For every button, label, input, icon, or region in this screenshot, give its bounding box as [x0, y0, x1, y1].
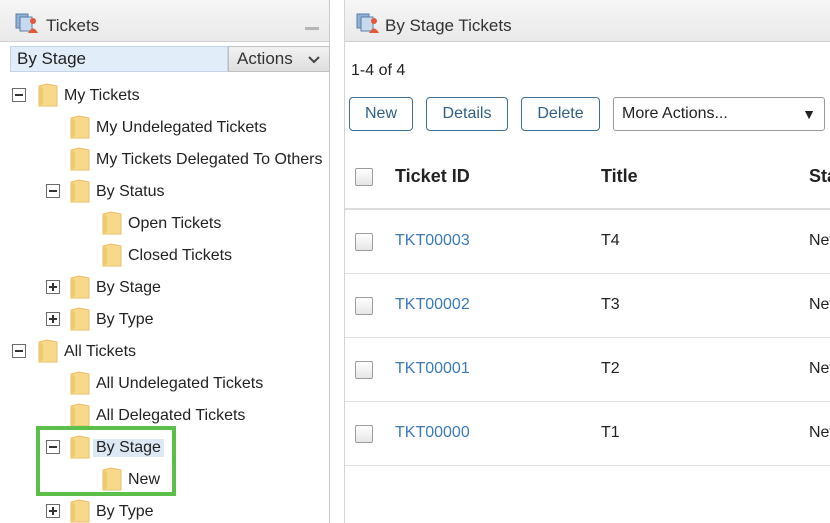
folder-icon: [70, 403, 90, 427]
tree-node-label: My Tickets: [64, 87, 140, 104]
expand-icon[interactable]: [46, 280, 60, 294]
column-header-title[interactable]: Title: [601, 166, 638, 187]
tree-node-label: All Tickets: [64, 343, 137, 360]
folder-icon: [70, 115, 90, 139]
tree-node-label: Closed Tickets: [128, 247, 233, 264]
folder-icon: [102, 211, 122, 235]
tree-node-my-tickets[interactable]: My Tickets: [0, 80, 330, 110]
record-count: 1-4 of 4: [351, 62, 406, 79]
grid-header: Ticket ID Title Status: [345, 144, 830, 210]
folder-icon: [70, 371, 90, 395]
more-actions-select[interactable]: More Actions... ▼: [613, 97, 825, 131]
table-row[interactable]: TKT00002 T3 New: [345, 274, 830, 338]
tree-node-label: By Status: [96, 183, 165, 200]
ticket-status: New: [809, 424, 830, 441]
panel-title: Tickets: [46, 16, 100, 35]
details-button[interactable]: Details: [426, 97, 508, 131]
table-row[interactable]: TKT00003 T4 New: [345, 210, 830, 274]
folder-icon: [38, 83, 58, 107]
tree-node-all-by-type[interactable]: By Type: [0, 496, 330, 523]
dropdown-caret-icon: ▼: [802, 106, 816, 122]
new-button[interactable]: New: [349, 97, 413, 131]
column-header-status[interactable]: Status: [809, 166, 830, 187]
actions-label: Actions: [237, 49, 293, 68]
collapse-icon[interactable]: [12, 88, 26, 102]
collapse-icon[interactable]: [12, 344, 26, 358]
list-panel-header: By Stage Tickets: [345, 0, 830, 42]
row-checkbox[interactable]: [355, 233, 373, 251]
ticket-title: T3: [601, 296, 620, 313]
tickets-panel-header: Tickets: [0, 0, 329, 42]
table-row[interactable]: TKT00001 T2 New: [345, 338, 830, 402]
collapse-icon[interactable]: [46, 184, 60, 198]
chevron-down-icon: [308, 56, 320, 64]
tree-node-label: By Type: [96, 503, 154, 520]
folder-icon: [102, 243, 122, 267]
tree-node-closed-tickets[interactable]: Closed Tickets: [0, 240, 330, 270]
folder-icon: [70, 307, 90, 331]
tree-node-label: By Type: [96, 311, 154, 328]
tree-node-label: All Delegated Tickets: [96, 407, 246, 424]
folder-icon: [38, 339, 58, 363]
actions-menu-button[interactable]: Actions: [228, 46, 330, 72]
tree-node-my-delegated[interactable]: My Tickets Delegated To Others: [0, 144, 330, 174]
list-panel-title: By Stage Tickets: [385, 16, 512, 35]
tree-node-label: Open Tickets: [128, 215, 222, 232]
tree-node-my-by-stage[interactable]: By Stage: [0, 272, 330, 302]
tickets-panel: Tickets By Stage Actions My Tickets My U…: [0, 0, 330, 523]
tree-node-all-tickets[interactable]: All Tickets: [0, 336, 330, 366]
tickets-icon: [14, 12, 40, 34]
tree-node-open-tickets[interactable]: Open Tickets: [0, 208, 330, 238]
ticket-id-link[interactable]: TKT00001: [395, 360, 470, 378]
minimize-icon[interactable]: [305, 27, 319, 30]
ticket-title: T2: [601, 360, 620, 377]
folder-icon: [70, 499, 90, 523]
select-all-checkbox[interactable]: [355, 168, 373, 186]
view-selector: By Stage Actions: [10, 46, 330, 72]
tree-node-my-undelegated[interactable]: My Undelegated Tickets: [0, 112, 330, 142]
tree-node-all-undelegated[interactable]: All Undelegated Tickets: [0, 368, 330, 398]
ticket-id-link[interactable]: TKT00000: [395, 424, 470, 442]
ticket-id-link[interactable]: TKT00002: [395, 296, 470, 314]
tickets-list-panel: By Stage Tickets 1-4 of 4 New Details De…: [344, 0, 830, 523]
ticket-title: T1: [601, 424, 620, 441]
tree-node-label: By Stage: [96, 279, 161, 296]
ticket-id-link[interactable]: TKT00003: [395, 232, 470, 250]
ticket-status: New: [809, 360, 830, 377]
tree-node-label: My Tickets Delegated To Others: [96, 151, 323, 168]
folder-icon: [70, 179, 90, 203]
ticket-status: New: [809, 296, 830, 313]
row-checkbox[interactable]: [355, 297, 373, 315]
tickets-icon: [355, 12, 381, 34]
delete-button[interactable]: Delete: [521, 97, 600, 131]
tree-node-by-status[interactable]: By Status: [0, 176, 330, 206]
view-selector-value[interactable]: By Stage: [10, 46, 228, 72]
more-actions-label: More Actions...: [622, 105, 728, 122]
expand-icon[interactable]: [46, 312, 60, 326]
tree-node-my-by-type[interactable]: By Type: [0, 304, 330, 334]
tree-node-label: All Undelegated Tickets: [96, 375, 264, 392]
table-row[interactable]: TKT00000 T1 New: [345, 402, 830, 466]
row-checkbox[interactable]: [355, 425, 373, 443]
folder-icon: [70, 147, 90, 171]
row-checkbox[interactable]: [355, 361, 373, 379]
ticket-title: T4: [601, 232, 620, 249]
expand-icon[interactable]: [46, 504, 60, 518]
ticket-status: New: [809, 232, 830, 249]
tree-node-label: My Undelegated Tickets: [96, 119, 267, 136]
column-header-ticket-id[interactable]: Ticket ID: [395, 166, 470, 187]
highlight-annotation: [36, 426, 176, 496]
folder-icon: [70, 275, 90, 299]
